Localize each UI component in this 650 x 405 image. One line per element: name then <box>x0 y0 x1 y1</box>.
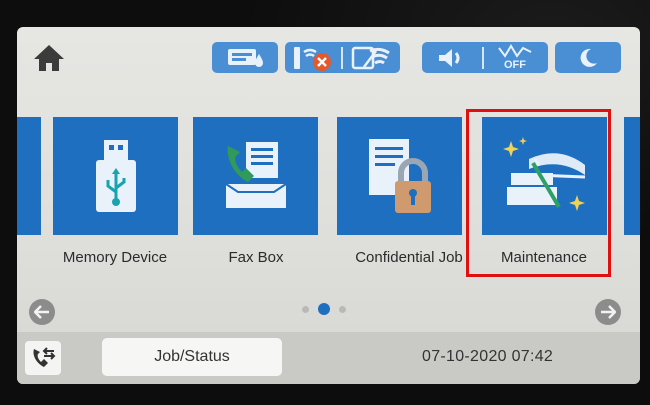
usb-memory-icon <box>95 140 136 212</box>
quiet-mode-off-label: OFF <box>504 59 526 71</box>
ink-status-icon <box>228 48 263 67</box>
previous-app-tile-partial <box>17 117 41 235</box>
page-indicator <box>302 303 346 315</box>
ink-status-button[interactable] <box>212 42 278 73</box>
sleep-button[interactable] <box>555 42 621 73</box>
printer-screen: OFF Memory Device Fax Box Confidential J… <box>17 27 640 384</box>
sleep-moon-icon <box>580 48 597 67</box>
wifi-direct-error-icon <box>294 46 331 71</box>
app-label: Fax Box <box>228 249 284 266</box>
app-confidential-job[interactable]: Confidential Job <box>337 117 463 317</box>
network-status-button[interactable] <box>285 42 400 73</box>
app-fax-box[interactable]: Fax Box <box>193 117 318 317</box>
arrow-right-icon <box>601 305 616 319</box>
memory-device-tile[interactable] <box>53 117 178 235</box>
volume-icon <box>439 48 460 67</box>
page-dot <box>302 305 309 313</box>
page-dot-active <box>318 303 330 315</box>
home-button[interactable] <box>29 41 69 75</box>
job-status-label: Job/Status <box>154 348 230 365</box>
arrow-left-icon <box>34 305 49 319</box>
next-app-tile-partial <box>624 117 640 235</box>
fax-box-tile[interactable] <box>193 117 318 235</box>
job-status-button[interactable]: Job/Status <box>102 338 282 376</box>
wifi-icon <box>351 46 390 69</box>
scroll-left-button[interactable] <box>29 299 55 325</box>
fax-receive-button[interactable] <box>25 341 61 375</box>
page-dot <box>339 305 346 313</box>
app-label: Memory Device <box>62 249 168 266</box>
confidential-job-lock-icon <box>368 139 431 213</box>
app-label: Confidential Job <box>355 249 463 266</box>
scroll-right-button[interactable] <box>595 299 621 325</box>
app-memory-device[interactable]: Memory Device <box>53 117 178 317</box>
bottom-bar: Job/Status 07-10-2020 07:42 <box>17 332 640 384</box>
fax-send-receive-icon <box>33 347 56 367</box>
datetime-display: 07-10-2020 07:42 <box>422 348 554 365</box>
confidential-job-tile[interactable] <box>337 117 462 235</box>
quiet-mode-off-icon <box>498 44 532 58</box>
selection-highlight-box <box>466 109 611 277</box>
sound-status-button[interactable]: OFF <box>422 42 548 73</box>
home-icon <box>34 45 64 71</box>
fax-box-icon <box>224 142 287 208</box>
